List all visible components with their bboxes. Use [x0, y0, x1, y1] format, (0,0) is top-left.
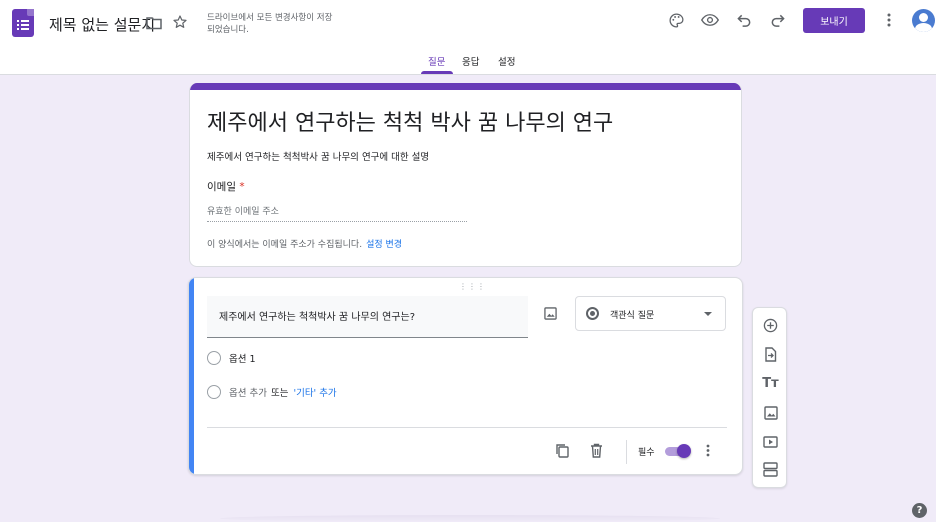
question-title-input[interactable]: 제주에서 연구하는 척척박사 꿈 나무의 연구는?	[207, 296, 528, 338]
duplicate-icon[interactable]	[553, 441, 571, 459]
change-settings-link[interactable]: 설정 변경	[366, 240, 402, 250]
title-accent-band	[190, 83, 741, 90]
add-other-link[interactable]: '기타' 추가	[293, 385, 336, 399]
folder-icon[interactable]	[145, 14, 163, 32]
radio-circle-icon	[207, 385, 221, 399]
email-collect-note: 이 양식에서는 이메일 주소가 수집됩니다. 설정 변경	[207, 237, 402, 250]
save-status: 드라이브에서 모든 변경사항이 저장되었습니다.	[207, 13, 333, 35]
or-text: 또는	[270, 388, 289, 399]
option-row[interactable]: 옵션 1	[207, 351, 256, 365]
required-asterisk: *	[239, 181, 245, 193]
radio-button-icon	[586, 307, 599, 320]
active-card-indicator	[189, 278, 194, 474]
side-toolbar: Tт	[752, 307, 787, 488]
tab-questions[interactable]: 질문	[428, 54, 445, 68]
undo-icon[interactable]	[734, 10, 754, 30]
email-label: 이메일 *	[207, 179, 245, 194]
add-question-icon[interactable]	[761, 316, 780, 335]
footer-separator	[626, 440, 627, 464]
dropdown-arrow-icon	[704, 312, 712, 316]
forms-logo-icon[interactable]	[12, 9, 34, 37]
option-label[interactable]: 옵션 1	[229, 351, 256, 365]
import-questions-icon[interactable]	[761, 345, 780, 364]
add-option-row: 옵션 추가 또는 '기타' 추가	[207, 385, 337, 399]
active-tab-indicator	[421, 71, 453, 74]
more-vert-icon[interactable]	[879, 10, 899, 30]
footer-divider	[207, 427, 727, 428]
top-header: 제목 없는 설문지 드라이브에서 모든 변경사항이 저장되었습니다. 보내기 질…	[0, 0, 936, 75]
form-title-card[interactable]: 제주에서 연구하는 척척 박사 꿈 나무의 연구 제주에서 연구하는 척척박사 …	[189, 83, 742, 267]
question-card[interactable]: ⋮⋮⋮ 제주에서 연구하는 척척박사 꿈 나무의 연구는? 객관식 질문 옵션 …	[188, 277, 743, 475]
question-type-select[interactable]: 객관식 질문	[575, 296, 726, 331]
form-title[interactable]: 제주에서 연구하는 척척 박사 꿈 나무의 연구	[207, 105, 613, 137]
collect-note-text: 이 양식에서는 이메일 주소가 수집됩니다.	[207, 240, 363, 250]
required-toggle[interactable]	[663, 444, 691, 458]
tab-settings[interactable]: 설정	[498, 54, 515, 68]
radio-circle-icon	[207, 351, 221, 365]
add-option-link[interactable]: 옵션 추가	[229, 385, 267, 399]
more-options-icon[interactable]	[699, 441, 717, 459]
add-image-icon[interactable]	[761, 403, 780, 422]
tab-bar: 질문 응답 설정	[0, 54, 936, 74]
form-description[interactable]: 제주에서 연구하는 척척박사 꿈 나무의 연구에 대한 설명	[207, 149, 429, 163]
add-title-icon[interactable]: Tт	[761, 374, 780, 393]
tab-responses[interactable]: 응답	[462, 54, 479, 68]
add-section-icon[interactable]	[761, 460, 780, 479]
help-icon[interactable]: ?	[912, 503, 927, 518]
document-title[interactable]: 제목 없는 설문지	[49, 14, 155, 35]
email-label-text: 이메일	[207, 181, 236, 193]
palette-icon[interactable]	[666, 10, 686, 30]
account-avatar[interactable]	[912, 9, 935, 32]
send-button[interactable]: 보내기	[803, 8, 865, 33]
preview-eye-icon[interactable]	[700, 10, 720, 30]
required-label: 필수	[638, 448, 655, 458]
question-type-label: 객관식 질문	[610, 311, 655, 321]
redo-icon[interactable]	[767, 10, 787, 30]
email-field: 유효한 이메일 주소	[207, 204, 467, 222]
delete-icon[interactable]	[587, 441, 605, 459]
add-video-icon[interactable]	[761, 432, 780, 451]
next-card-shadow	[220, 515, 720, 522]
star-icon[interactable]	[171, 13, 189, 31]
drag-handle-icon[interactable]: ⋮⋮⋮	[459, 282, 486, 291]
add-image-icon[interactable]	[541, 304, 559, 322]
